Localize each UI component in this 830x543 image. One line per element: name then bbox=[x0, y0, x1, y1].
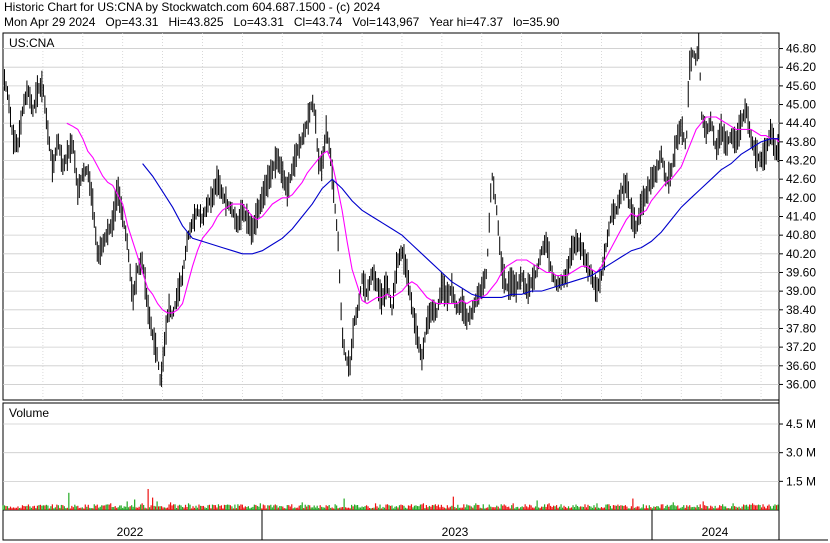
year-label: 2023 bbox=[442, 525, 469, 539]
volume-tick-label: 3.0 M bbox=[786, 446, 816, 460]
price-tick-label: 40.80 bbox=[786, 228, 816, 242]
price-tick-label: 39.60 bbox=[786, 265, 816, 279]
volume-panel bbox=[2, 402, 780, 511]
price-tick-label: 37.80 bbox=[786, 321, 816, 335]
volume-tick-label: 1.5 M bbox=[786, 474, 816, 488]
volume-label: Volume bbox=[9, 406, 49, 420]
price-tick-label: 41.40 bbox=[786, 210, 816, 224]
price-tick-label: 46.20 bbox=[786, 60, 816, 74]
price-tick-label: 39.00 bbox=[786, 284, 816, 298]
price-tick-label: 42.00 bbox=[786, 191, 816, 205]
price-tick-label: 38.40 bbox=[786, 303, 816, 317]
price-tick-label: 43.80 bbox=[786, 135, 816, 149]
stock-chart: 46.80 46.20 45.60 45.00 44.40 43.80 43.20 42.60… bbox=[2, 32, 828, 541]
price-tick-label: 40.20 bbox=[786, 247, 816, 261]
year-label: 2024 bbox=[702, 525, 729, 539]
price-tick-label: 36.00 bbox=[786, 377, 816, 391]
symbol-label: US:CNA bbox=[9, 36, 54, 50]
price-tick-label: 45.00 bbox=[786, 98, 816, 112]
price-tick-label: 45.60 bbox=[786, 79, 816, 93]
price-tick-label: 46.80 bbox=[786, 42, 816, 56]
price-tick-label: 43.20 bbox=[786, 154, 816, 168]
price-tick-label: 36.60 bbox=[786, 359, 816, 373]
volume-tick-label: 4.5 M bbox=[786, 417, 816, 431]
year-label: 2022 bbox=[117, 525, 144, 539]
price-tick-label: 42.60 bbox=[786, 172, 816, 186]
price-tick-label: 44.40 bbox=[786, 116, 816, 130]
price-tick-label: 37.20 bbox=[786, 340, 816, 354]
